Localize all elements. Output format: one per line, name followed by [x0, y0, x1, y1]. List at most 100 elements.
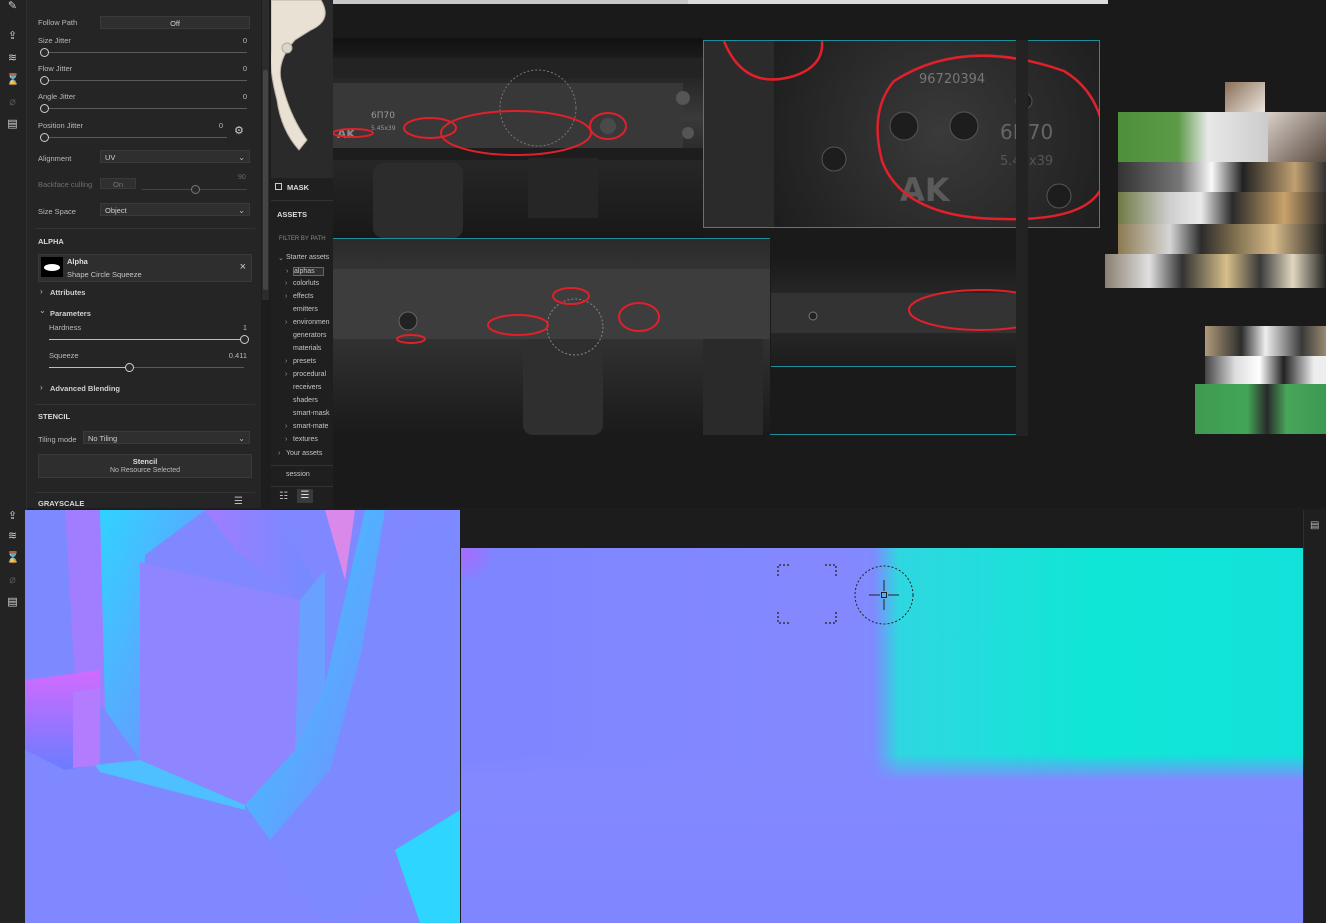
assets-title: ASSETS: [277, 210, 308, 219]
normal-map-2d: [25, 510, 460, 923]
tree-root[interactable]: ⌄ Starter assets: [278, 254, 329, 262]
asset-folder-shaders[interactable]: shaders: [293, 397, 318, 404]
chevron-right-icon[interactable]: ›: [40, 383, 43, 392]
stencil-title: Stencil: [132, 457, 158, 466]
reference-photo-side[interactable]: [771, 258, 1016, 367]
brush-cursor[interactable]: [853, 564, 915, 626]
list-view-icon[interactable]: ☷: [279, 491, 288, 502]
session-label[interactable]: session: [286, 471, 310, 478]
attributes-toggle[interactable]: Attributes: [50, 288, 85, 297]
asset-folder-emitters[interactable]: emitters: [293, 306, 318, 313]
brush-icon[interactable]: ✎: [6, 0, 19, 13]
mask-checkbox[interactable]: [275, 183, 282, 190]
gear-icon[interactable]: ⚙: [234, 124, 244, 137]
size-jitter-slider[interactable]: [40, 48, 247, 57]
document-icon[interactable]: ▤: [6, 596, 19, 609]
asset-folder-presets[interactable]: › presets: [285, 358, 316, 365]
tree-your-assets[interactable]: › Your assets: [278, 450, 322, 457]
advanced-blending-toggle[interactable]: Advanced Blending: [50, 384, 120, 393]
thumbnail-image[interactable]: [1118, 112, 1268, 162]
export-icon[interactable]: ⇪: [6, 510, 19, 523]
slider-fill: [49, 367, 130, 368]
layers-icon[interactable]: ≋: [6, 52, 19, 65]
caliber-marking: 5.45x39: [371, 125, 396, 132]
reference-photo-lower[interactable]: [333, 238, 770, 435]
thumbnail-image[interactable]: [1268, 112, 1326, 162]
document-icon[interactable]: ▤: [1310, 520, 1319, 531]
layers-icon[interactable]: ≋: [6, 530, 19, 543]
thumbnail-image[interactable]: [1205, 326, 1326, 356]
reference-photo-receiver[interactable]: 6П70 5.45x39 AK: [333, 38, 703, 238]
bottom-tool-strip: ⇪ ≋ ⌛ ⌀ ▤: [0, 508, 27, 923]
alpha-resource-slot[interactable]: Alpha Shape Circle Squeeze ×: [38, 254, 252, 282]
chevron-down-icon[interactable]: ⌄: [39, 306, 46, 315]
tiling-mode-dropdown[interactable]: No Tiling ⌄: [83, 431, 250, 444]
asset-folder-label: colorluts: [293, 280, 320, 287]
reference-photo-closeup[interactable]: 96720394 6П70 5.45x39 AK: [703, 40, 1100, 228]
position-jitter-value: 0: [218, 121, 223, 130]
export-icon[interactable]: ⇪: [6, 30, 19, 43]
asset-folder-effects[interactable]: › effects: [285, 293, 314, 300]
flow-jitter-label: Flow Jitter: [38, 64, 73, 73]
slider-handle[interactable]: [40, 133, 49, 142]
asset-folder-receivers[interactable]: receivers: [293, 384, 321, 391]
asset-folder-smartmask[interactable]: smart-mask: [293, 410, 330, 417]
properties-scrollbar[interactable]: [262, 0, 269, 300]
size-jitter-label: Size Jitter: [38, 36, 71, 45]
flow-jitter-value: 0: [242, 64, 247, 73]
thumbnail-image[interactable]: [1118, 192, 1326, 224]
thumbnail-image[interactable]: [1195, 384, 1326, 434]
slider-handle[interactable]: [40, 76, 49, 85]
backface-angle-slider[interactable]: [142, 185, 247, 194]
thumbnail-image[interactable]: [1225, 82, 1265, 112]
thumbnail-image[interactable]: [1118, 224, 1326, 254]
hardness-slider[interactable]: [49, 335, 249, 344]
slider-handle[interactable]: [40, 48, 49, 57]
slider-handle[interactable]: [240, 335, 249, 344]
asset-folder-generators[interactable]: generators: [293, 332, 326, 339]
angle-jitter-label: Angle Jitter: [38, 92, 76, 101]
asset-folder-colorluts[interactable]: › colorluts: [285, 280, 320, 287]
scroll-thumb[interactable]: [263, 70, 268, 290]
reference-board[interactable]: 6П70 5.45x39 AK 96720394 6П70 5.45x39 AK: [333, 0, 1326, 508]
eraser-icon[interactable]: ⌀: [6, 574, 19, 587]
menu-lines-icon[interactable]: ☰: [234, 496, 243, 507]
alignment-dropdown[interactable]: UV ⌄: [100, 150, 250, 163]
squeeze-slider[interactable]: [49, 363, 244, 372]
size-space-value: Object: [105, 206, 127, 215]
selection-marquee: [777, 564, 837, 624]
size-space-dropdown[interactable]: Object ⌄: [100, 203, 250, 216]
parameters-toggle[interactable]: Parameters: [50, 309, 91, 318]
grid-view-icon[interactable]: ☰: [297, 489, 313, 503]
grayscale-section-title: GRAYSCALE: [38, 499, 85, 508]
follow-path-toggle[interactable]: Off: [100, 16, 250, 29]
asset-folder-textures[interactable]: › textures: [285, 436, 318, 443]
eraser-icon[interactable]: ⌀: [6, 96, 19, 109]
thumbnail-image[interactable]: [1118, 162, 1326, 192]
flow-jitter-slider[interactable]: [40, 76, 247, 85]
eraser-icon[interactable]: ⌛: [6, 552, 20, 565]
backface-culling-toggle[interactable]: On: [100, 178, 136, 189]
stencil-resource-slot[interactable]: Stencil No Resource Selected: [38, 454, 252, 478]
thumbnail-image[interactable]: [1205, 356, 1326, 384]
asset-folder-smartmate[interactable]: › smart-mate: [285, 423, 328, 430]
close-icon[interactable]: ×: [240, 261, 246, 273]
asset-folder-materials[interactable]: materials: [293, 345, 321, 352]
asset-folder-environmen[interactable]: › environmen: [285, 319, 330, 326]
document-icon[interactable]: ▤: [6, 118, 19, 131]
closeup-sketch: 96720394 6П70 5.45x39 AK: [704, 41, 1099, 227]
asset-folder-alphas[interactable]: › alphas: [286, 267, 324, 276]
chevron-right-icon[interactable]: ›: [40, 287, 43, 296]
thumbnail-image[interactable]: [1105, 254, 1326, 288]
slider-handle[interactable]: [191, 185, 200, 194]
chevron-right-icon: ›: [285, 436, 288, 443]
asset-folder-procedural[interactable]: › procedural: [285, 371, 326, 378]
uv-2d-view[interactable]: [25, 510, 460, 923]
angle-jitter-slider[interactable]: [40, 104, 247, 113]
slider-handle[interactable]: [40, 104, 49, 113]
viewport-3d-preview[interactable]: [271, 0, 333, 178]
eraser-icon[interactable]: ⌛: [6, 74, 20, 87]
slider-handle[interactable]: [125, 363, 135, 372]
viewport-3d[interactable]: ▤: [461, 510, 1326, 923]
position-jitter-slider[interactable]: [40, 133, 227, 142]
